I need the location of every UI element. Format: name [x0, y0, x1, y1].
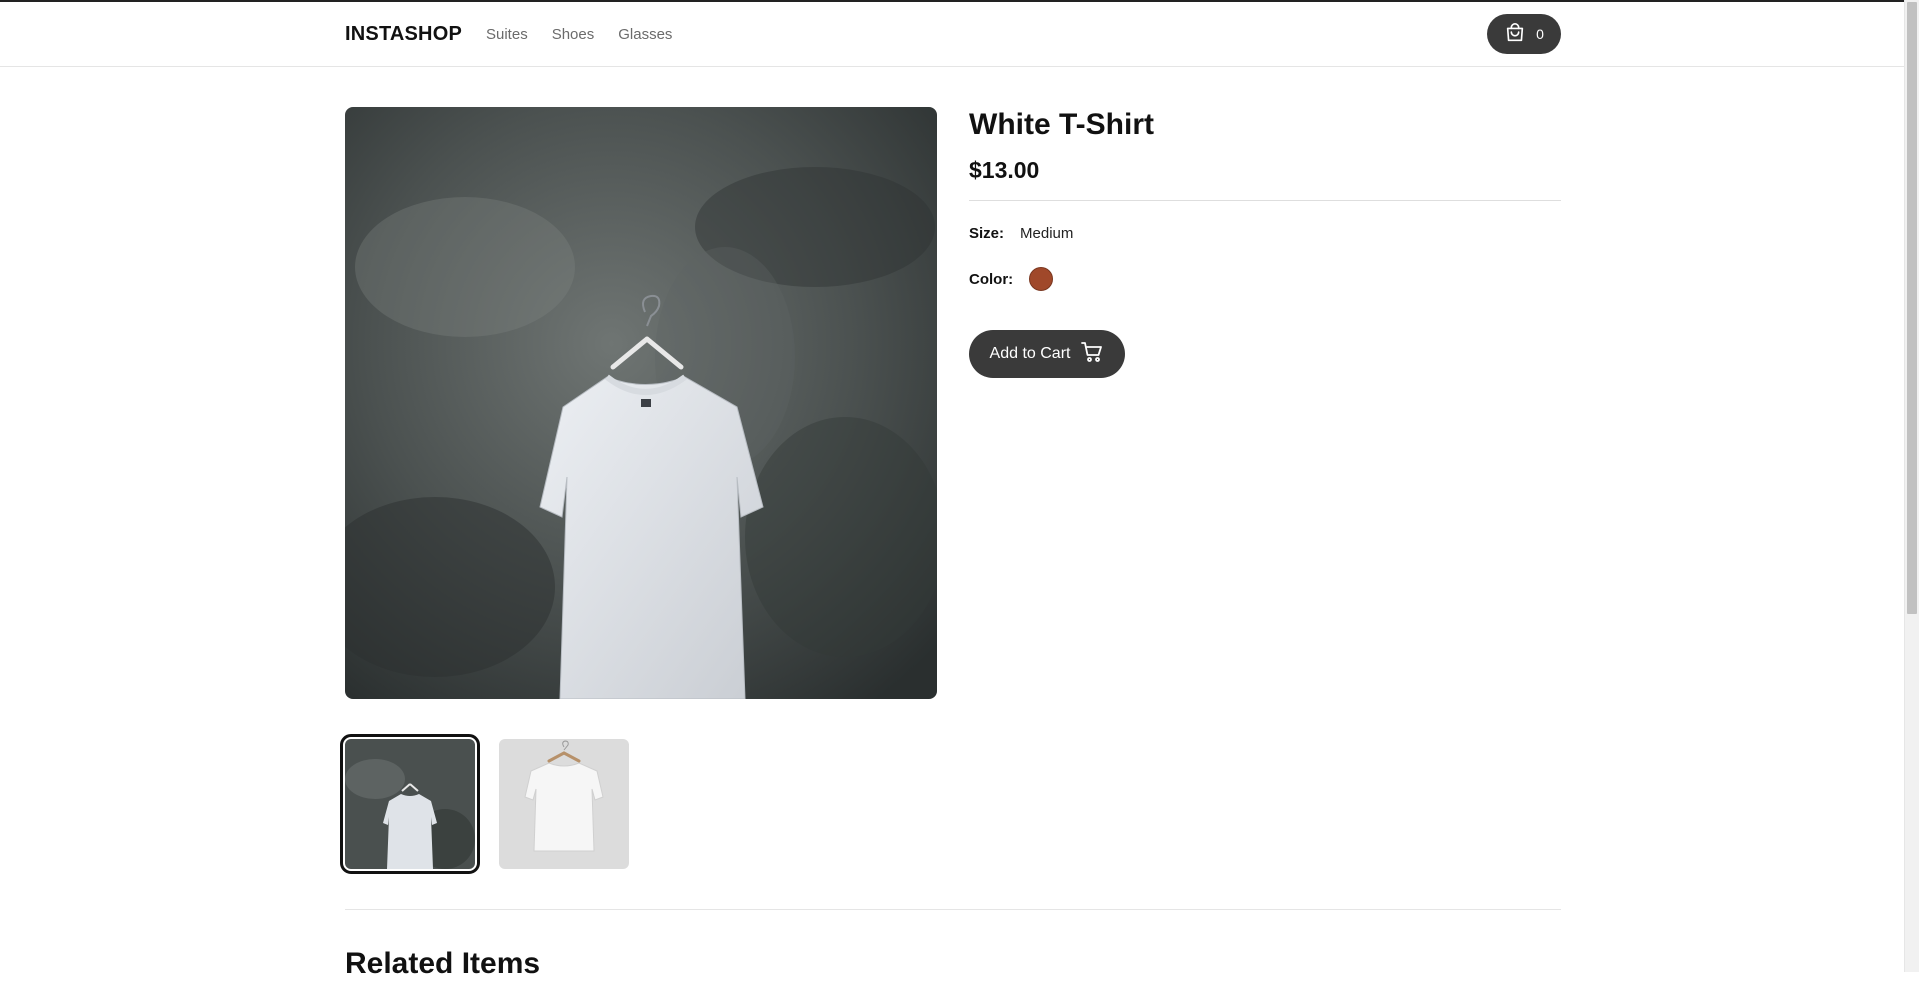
top-navbar: INSTASHOP Suites Shoes Glasses 0 — [0, 2, 1905, 67]
add-to-cart-button[interactable]: Add to Cart — [969, 330, 1125, 378]
product-title: White T-Shirt — [969, 108, 1154, 141]
shopping-bag-icon — [1504, 22, 1526, 47]
nav-link-suites[interactable]: Suites — [486, 26, 528, 43]
product-details: White T-Shirt $13.00 Size: Medium Color:… — [969, 107, 1561, 378]
cart-button[interactable]: 0 — [1487, 14, 1561, 54]
cart-count: 0 — [1536, 26, 1544, 42]
product-main-image — [345, 107, 937, 699]
related-items-heading: Related Items — [345, 947, 541, 980]
nav-link-glasses[interactable]: Glasses — [618, 26, 672, 43]
size-label: Size: — [969, 224, 1005, 242]
navbar-inner: INSTASHOP Suites Shoes Glasses 0 — [345, 2, 1561, 66]
cart-icon — [1080, 340, 1104, 369]
scrollbar-thumb[interactable] — [1907, 2, 1917, 614]
size-row: Size: Medium — [969, 219, 1561, 247]
page-scrollbar[interactable] — [1904, 0, 1919, 972]
color-swatch[interactable] — [1029, 267, 1054, 291]
color-label: Color: — [969, 270, 1014, 288]
thumbnail-1[interactable] — [340, 734, 480, 874]
product-price: $13.00 — [969, 157, 1040, 183]
section-divider — [345, 909, 1561, 910]
thumbnail-2[interactable] — [499, 739, 629, 869]
add-to-cart-label: Add to Cart — [989, 345, 1071, 362]
size-value: Medium — [1020, 224, 1074, 242]
nav-link-shoes[interactable]: Shoes — [552, 26, 595, 43]
color-row: Color: — [969, 265, 1561, 293]
details-divider — [969, 200, 1561, 201]
brand-logo[interactable]: INSTASHOP — [345, 23, 462, 46]
